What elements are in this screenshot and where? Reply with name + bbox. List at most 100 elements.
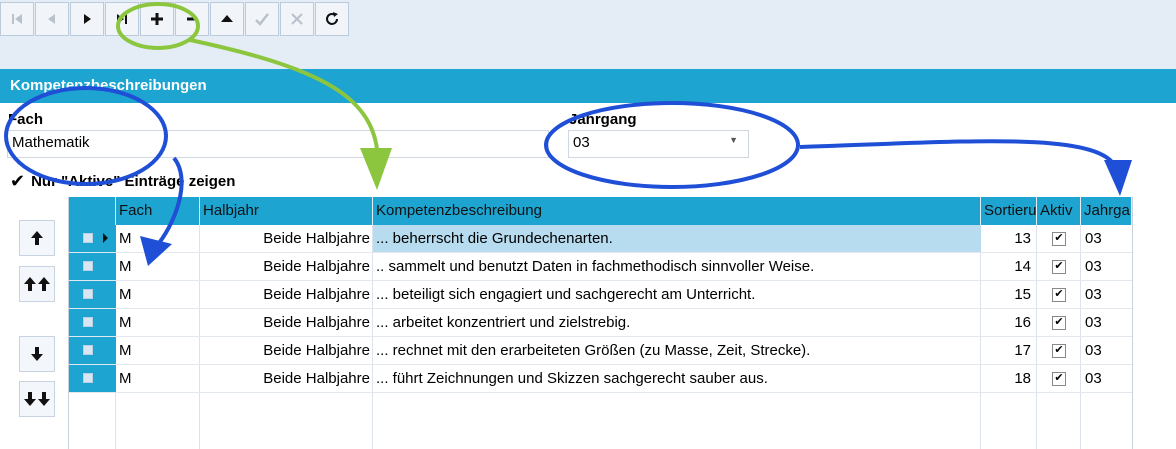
aktiv-checkbox[interactable]: ✔ bbox=[1052, 372, 1066, 387]
aktiv-checkbox[interactable]: ✔ bbox=[1052, 260, 1066, 275]
cell-jahrgang[interactable]: 03 bbox=[1081, 337, 1132, 364]
post-record-button[interactable] bbox=[245, 2, 279, 36]
record-toolbar bbox=[0, 0, 358, 38]
cell-kompetenzbeschreibung[interactable]: ... beherrscht die Grundechenarten. bbox=[373, 225, 981, 252]
cell-halbjahr[interactable]: Beide Halbjahre bbox=[200, 365, 373, 392]
row-selector[interactable] bbox=[69, 281, 116, 308]
aktiv-checkbox[interactable]: ✔ bbox=[1052, 232, 1066, 247]
move-up-icon bbox=[31, 231, 43, 245]
cell-sortierung[interactable]: 16 bbox=[981, 309, 1037, 336]
table-row[interactable]: M Beide Halbjahre.. sammelt und benutzt D… bbox=[69, 253, 1132, 281]
row-selector[interactable] bbox=[69, 337, 116, 364]
plus-icon bbox=[151, 13, 163, 25]
row-selector[interactable] bbox=[69, 365, 116, 392]
minus-icon bbox=[187, 17, 197, 21]
row-select-box[interactable] bbox=[83, 233, 93, 243]
kompetenz-grid: Fach Halbjahr Kompetenzbeschreibung Sort… bbox=[68, 197, 1133, 449]
move-down-button[interactable] bbox=[19, 336, 55, 372]
row-selector[interactable] bbox=[69, 309, 116, 336]
jahrgang-label: Jahrgang bbox=[569, 111, 637, 128]
table-row[interactable]: M Beide Halbjahre... rechnet mit den erar… bbox=[69, 337, 1132, 365]
checkmark-icon bbox=[255, 13, 269, 26]
header-aktiv[interactable]: Aktiv bbox=[1037, 197, 1081, 225]
cell-jahrgang[interactable]: 03 bbox=[1081, 225, 1132, 252]
cell-fach[interactable]: M bbox=[116, 309, 200, 336]
header-jahrgang[interactable]: Jahrga bbox=[1081, 197, 1132, 225]
cell-aktiv[interactable]: ✔ bbox=[1037, 337, 1081, 364]
move-up-button[interactable] bbox=[19, 220, 55, 256]
fach-input[interactable] bbox=[12, 134, 544, 151]
cell-fach[interactable]: M bbox=[116, 337, 200, 364]
move-to-top-button[interactable] bbox=[19, 266, 55, 302]
cell-aktiv[interactable]: ✔ bbox=[1037, 365, 1081, 392]
jahrgang-value: 03 bbox=[573, 134, 590, 151]
cell-halbjahr[interactable]: Beide Halbjahre bbox=[200, 225, 373, 252]
add-record-button[interactable] bbox=[140, 2, 174, 36]
cancel-record-button[interactable] bbox=[280, 2, 314, 36]
move-to-bottom-button[interactable] bbox=[19, 381, 55, 417]
row-select-box[interactable] bbox=[83, 317, 93, 327]
header-sortierung[interactable]: Sortieru bbox=[981, 197, 1037, 225]
last-record-icon bbox=[117, 14, 127, 24]
cell-aktiv[interactable]: ✔ bbox=[1037, 253, 1081, 280]
cell-aktiv[interactable]: ✔ bbox=[1037, 281, 1081, 308]
cell-fach[interactable]: M bbox=[116, 225, 200, 252]
table-row[interactable]: M Beide Halbjahre... beteiligt sich engag… bbox=[69, 281, 1132, 309]
table-row[interactable]: M Beide Halbjahre... arbeitet konzentrier… bbox=[69, 309, 1132, 337]
cell-halbjahr[interactable]: Beide Halbjahre bbox=[200, 309, 373, 336]
cell-halbjahr[interactable]: Beide Halbjahre bbox=[200, 281, 373, 308]
cell-fach[interactable]: M bbox=[116, 365, 200, 392]
table-row[interactable]: M Beide Halbjahre... beherrscht die Grund… bbox=[69, 225, 1132, 253]
active-filter-checkbox[interactable]: ✔ Nur "Aktive" Einträge zeigen bbox=[10, 170, 235, 192]
table-row[interactable]: M Beide Halbjahre... führt Zeichnungen un… bbox=[69, 365, 1132, 393]
jahrgang-dropdown[interactable]: 03 ▼ bbox=[568, 130, 749, 158]
cell-sortierung[interactable]: 18 bbox=[981, 365, 1037, 392]
cell-jahrgang[interactable]: 03 bbox=[1081, 365, 1132, 392]
next-record-button[interactable] bbox=[70, 2, 104, 36]
cell-fach[interactable]: M bbox=[116, 253, 200, 280]
cell-sortierung[interactable]: 13 bbox=[981, 225, 1037, 252]
triangle-up-icon bbox=[221, 15, 233, 22]
cell-halbjahr[interactable]: Beide Halbjahre bbox=[200, 253, 373, 280]
aktiv-checkbox[interactable]: ✔ bbox=[1052, 288, 1066, 303]
cell-kompetenzbeschreibung[interactable]: ... beteiligt sich engagiert und sachger… bbox=[373, 281, 981, 308]
cell-kompetenzbeschreibung[interactable]: ... rechnet mit den erarbeiteten Größen … bbox=[373, 337, 981, 364]
cell-kompetenzbeschreibung[interactable]: ... führt Zeichnungen und Skizzen sachge… bbox=[373, 365, 981, 392]
cell-aktiv[interactable]: ✔ bbox=[1037, 225, 1081, 252]
cell-sortierung[interactable]: 14 bbox=[981, 253, 1037, 280]
row-select-box[interactable] bbox=[83, 373, 93, 383]
row-select-box[interactable] bbox=[83, 345, 93, 355]
cell-halbjahr[interactable]: Beide Halbjahre bbox=[200, 337, 373, 364]
last-record-button[interactable] bbox=[105, 2, 139, 36]
row-select-box[interactable] bbox=[83, 289, 93, 299]
first-record-icon bbox=[12, 14, 22, 24]
current-row-indicator-icon bbox=[103, 233, 108, 243]
edit-record-button[interactable] bbox=[210, 2, 244, 36]
cell-jahrgang[interactable]: 03 bbox=[1081, 281, 1132, 308]
row-selector[interactable] bbox=[69, 253, 116, 280]
row-selector[interactable] bbox=[69, 225, 116, 252]
cell-kompetenzbeschreibung[interactable]: .. sammelt und benutzt Daten in fachmeth… bbox=[373, 253, 981, 280]
cell-jahrgang[interactable]: 03 bbox=[1081, 253, 1132, 280]
header-halbjahr[interactable]: Halbjahr bbox=[200, 197, 373, 225]
cell-aktiv[interactable]: ✔ bbox=[1037, 309, 1081, 336]
fach-field[interactable] bbox=[7, 130, 549, 158]
first-record-button[interactable] bbox=[0, 2, 34, 36]
header-kompetenzbeschreibung[interactable]: Kompetenzbeschreibung bbox=[373, 197, 981, 225]
cross-icon bbox=[291, 13, 303, 25]
header-indicator bbox=[69, 197, 116, 225]
move-down-icon bbox=[31, 347, 43, 361]
delete-record-button[interactable] bbox=[175, 2, 209, 36]
cell-sortierung[interactable]: 15 bbox=[981, 281, 1037, 308]
checkmark-icon: ✔ bbox=[10, 170, 26, 192]
aktiv-checkbox[interactable]: ✔ bbox=[1052, 316, 1066, 331]
cell-jahrgang[interactable]: 03 bbox=[1081, 309, 1132, 336]
refresh-button[interactable] bbox=[315, 2, 349, 36]
previous-record-button[interactable] bbox=[35, 2, 69, 36]
row-select-box[interactable] bbox=[83, 261, 93, 271]
header-fach[interactable]: Fach bbox=[116, 197, 200, 225]
cell-sortierung[interactable]: 17 bbox=[981, 337, 1037, 364]
aktiv-checkbox[interactable]: ✔ bbox=[1052, 344, 1066, 359]
cell-kompetenzbeschreibung[interactable]: ... arbeitet konzentriert und zielstrebi… bbox=[373, 309, 981, 336]
cell-fach[interactable]: M bbox=[116, 281, 200, 308]
